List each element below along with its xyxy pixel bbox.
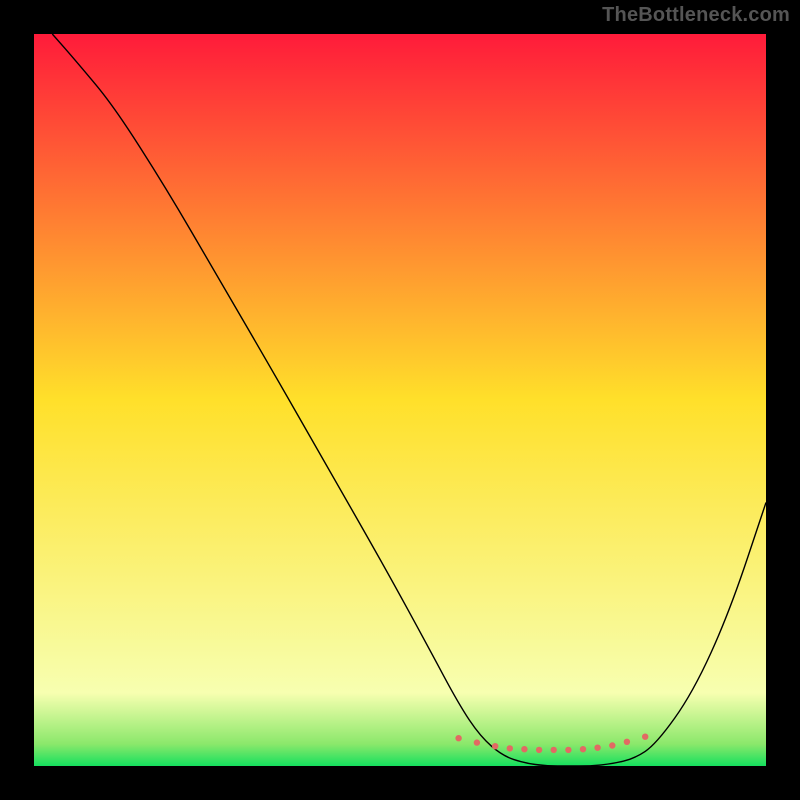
watermark-text: TheBottleneck.com (602, 4, 790, 27)
gradient-bg (34, 34, 766, 766)
plot-area (34, 34, 766, 766)
chart-frame: TheBottleneck.com (0, 0, 800, 800)
chart-svg (34, 34, 766, 766)
